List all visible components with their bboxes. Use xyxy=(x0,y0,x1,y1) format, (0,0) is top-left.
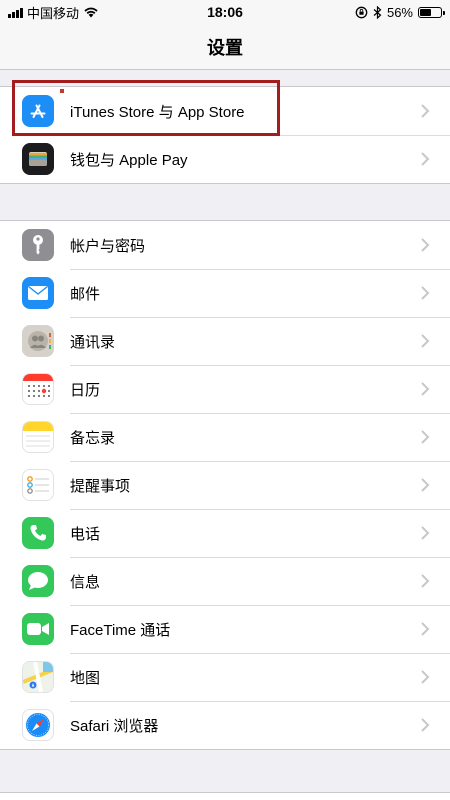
page-title: 设置 xyxy=(207,37,243,58)
settings-row-label: Safari 浏览器 xyxy=(70,717,159,735)
chevron-right-icon xyxy=(421,104,430,118)
orientation-lock-icon xyxy=(355,6,368,18)
key-icon xyxy=(22,229,54,261)
settings-row-label: 帐户与密码 xyxy=(70,237,146,255)
battery-icon xyxy=(418,6,445,18)
phone-icon xyxy=(22,517,54,549)
wifi-icon xyxy=(84,7,98,18)
notification-badge xyxy=(59,88,65,94)
chevron-right-icon xyxy=(421,286,430,300)
navigation-bar: 设置 xyxy=(0,24,450,70)
app-store-icon xyxy=(22,95,54,127)
chevron-right-icon xyxy=(421,238,430,252)
settings-row-label: 提醒事项 xyxy=(70,477,131,495)
settings-row-safari[interactable]: Safari 浏览器 xyxy=(0,701,450,749)
chevron-right-icon xyxy=(421,622,430,636)
settings-row-label: 日历 xyxy=(70,381,101,399)
carrier-name: 中国移动 xyxy=(27,5,80,21)
settings-row-phone[interactable]: 电话 xyxy=(0,509,450,557)
battery-level xyxy=(420,8,432,16)
settings-row-reminders[interactable]: 提醒事项 xyxy=(0,461,450,509)
settings-group-1: iTunes Store 与 App Store 钱包与 Apple Pay xyxy=(0,86,450,184)
settings-row-label: 地图 xyxy=(70,669,101,687)
settings-row-wallet-apple-pay[interactable]: 钱包与 Apple Pay xyxy=(0,135,450,183)
chevron-right-icon xyxy=(421,382,430,396)
settings-row-label: 备忘录 xyxy=(70,429,116,447)
chevron-right-icon xyxy=(421,718,430,732)
settings-row-label: 电话 xyxy=(70,525,101,543)
settings-row-itunes-app-store[interactable]: iTunes Store 与 App Store xyxy=(0,87,450,135)
bluetooth-icon xyxy=(373,5,382,19)
settings-row-label: 信息 xyxy=(70,573,101,591)
maps-icon xyxy=(22,661,54,693)
settings-row-contacts[interactable]: 通讯录 xyxy=(0,317,450,365)
settings-row-calendar[interactable]: 日历 xyxy=(0,365,450,413)
chevron-right-icon xyxy=(421,478,430,492)
settings-row-maps[interactable]: 地图 xyxy=(0,653,450,701)
chevron-right-icon xyxy=(421,334,430,348)
chevron-right-icon xyxy=(421,574,430,588)
calendar-icon xyxy=(22,373,54,405)
safari-icon xyxy=(22,709,54,741)
chevron-right-icon xyxy=(421,526,430,540)
wallet-icon xyxy=(22,143,54,175)
contacts-icon xyxy=(22,325,54,357)
notes-icon xyxy=(22,421,54,453)
settings-row-facetime[interactable]: FaceTime 通话 xyxy=(0,605,450,653)
settings-row-accounts-passwords[interactable]: 帐户与密码 xyxy=(0,221,450,269)
facetime-icon xyxy=(22,613,54,645)
chevron-right-icon xyxy=(421,430,430,444)
settings-row-notes[interactable]: 备忘录 xyxy=(0,413,450,461)
battery-percent: 56% xyxy=(386,4,413,20)
chevron-right-icon xyxy=(421,152,430,166)
status-bar-left: 中国移动 xyxy=(8,3,99,22)
settings-row-label: FaceTime 通话 xyxy=(70,621,171,639)
settings-row-label: 邮件 xyxy=(70,285,101,303)
settings-row-label: 钱包与 Apple Pay xyxy=(70,151,188,169)
settings-row-label: 通讯录 xyxy=(70,333,116,351)
mail-icon xyxy=(22,277,54,309)
settings-group-2: 帐户与密码 邮件 通讯录 日历 备忘录 提醒事项 电话 信息 FaceTime … xyxy=(0,220,450,750)
status-bar-right: 56% xyxy=(355,4,445,20)
chevron-right-icon xyxy=(421,670,430,684)
reminders-icon xyxy=(22,469,54,501)
status-bar: 中国移动 18:06 56% xyxy=(0,0,450,24)
messages-icon xyxy=(22,565,54,597)
settings-row-mail[interactable]: 邮件 xyxy=(0,269,450,317)
next-group-peek xyxy=(0,792,450,800)
signal-strength-icon xyxy=(8,7,23,18)
settings-row-label: iTunes Store 与 App Store xyxy=(70,103,245,121)
settings-row-messages[interactable]: 信息 xyxy=(0,557,450,605)
